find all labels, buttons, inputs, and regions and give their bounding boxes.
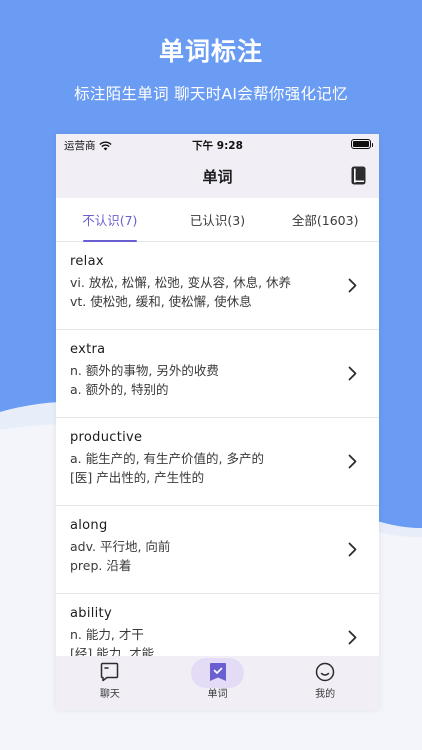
- tabbar-label: 聊天: [99, 689, 120, 700]
- tab-unknown[interactable]: 不认识(7): [56, 198, 164, 242]
- tabbar-label: 我的: [315, 689, 336, 700]
- battery-icon: [351, 139, 373, 149]
- status-time: 下午 9:28: [192, 140, 243, 152]
- word-filter-tabs: 不认识(7) 已认识(3) 全部(1603): [56, 198, 379, 242]
- word-text: relax: [70, 254, 104, 269]
- smile-icon: [315, 662, 335, 682]
- word-definition: n. 额外的事物, 另外的收费: [70, 363, 219, 378]
- bottom-tab-bar: 聊天 单词 我的: [56, 656, 379, 710]
- promo-title: 单词标注: [158, 37, 263, 66]
- word-definition: prep. 沿着: [70, 558, 132, 573]
- promo-subtitle: 标注陌生单词 聊天时AI会帮你强化记忆: [74, 85, 348, 103]
- tab-all[interactable]: 全部(1603): [271, 198, 379, 241]
- word-row-relax[interactable]: relax vi. 放松, 松懈, 松弛, 变从容, 休息, 休养 vt. 使松…: [56, 242, 379, 330]
- nav-bar: 单词: [56, 154, 379, 198]
- chevron-right-icon: [348, 278, 357, 293]
- word-text: productive: [70, 430, 143, 445]
- word-definition: a. 额外的, 特别的: [70, 382, 169, 397]
- word-definition: vt. 使松弛, 缓和, 使松懈, 使休息: [70, 294, 252, 309]
- chevron-right-icon: [348, 454, 357, 469]
- tabbar-chat[interactable]: 聊天: [56, 656, 164, 710]
- word-row-extra[interactable]: extra n. 额外的事物, 另外的收费 a. 额外的, 特别的: [56, 330, 379, 418]
- word-list: relax vi. 放松, 松懈, 松弛, 变从容, 休息, 休养 vt. 使松…: [56, 242, 379, 656]
- chevron-right-icon: [348, 630, 357, 645]
- tabbar-words[interactable]: 单词: [164, 656, 272, 710]
- word-definition: a. 能生产的, 有生产价值的, 多产的: [70, 451, 265, 466]
- word-row-along[interactable]: along adv. 平行地, 向前 prep. 沿着: [56, 506, 379, 594]
- word-definition: vi. 放松, 松懈, 松弛, 变从容, 休息, 休养: [70, 275, 292, 290]
- chat-icon: [101, 662, 119, 682]
- word-definition: n. 能力, 才干: [70, 627, 144, 642]
- bookmark-check-icon: [209, 663, 226, 681]
- word-row-productive[interactable]: productive a. 能生产的, 有生产价值的, 多产的 [医] 产出性的…: [56, 418, 379, 506]
- tabbar-me[interactable]: 我的: [271, 656, 379, 710]
- chevron-right-icon: [348, 366, 357, 381]
- word-definition: [经] 能力, 才能: [70, 646, 155, 656]
- book-icon[interactable]: [351, 166, 366, 189]
- word-text: extra: [70, 342, 106, 357]
- word-row-ability[interactable]: ability n. 能力, 才干 [经] 能力, 才能: [56, 594, 379, 656]
- status-bar: 运营商 下午 9:28: [56, 134, 379, 154]
- word-text: along: [70, 518, 108, 533]
- word-text: ability: [70, 606, 112, 621]
- tabbar-label: 单词: [207, 689, 228, 700]
- tab-known[interactable]: 已认识(3): [164, 198, 272, 241]
- phone-screen: 运营商 下午 9:28 单词 不认识(7) 已认识(3) 全部(1603) re…: [56, 134, 379, 710]
- word-definition: adv. 平行地, 向前: [70, 539, 171, 554]
- word-definition: [医] 产出性的, 产生性的: [70, 470, 205, 485]
- page-title: 单词: [202, 167, 233, 186]
- chevron-right-icon: [348, 542, 357, 557]
